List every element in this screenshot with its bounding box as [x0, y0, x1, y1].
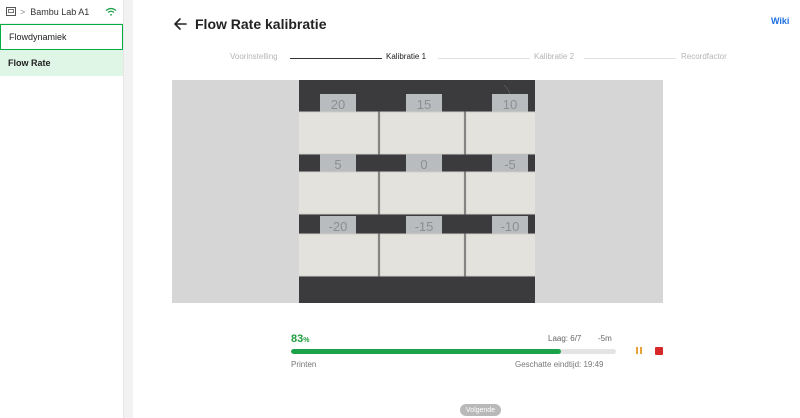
layer-count: Laag: 6/7 [548, 334, 582, 343]
calibration-photo: 20 15 10 5 0 -5 -20 -15 -10 [299, 80, 535, 303]
calibration-tiles-image: 20 15 10 5 0 -5 -20 -15 -10 [299, 80, 535, 303]
step-kalibratie-1: Kalibratie 1 [386, 52, 427, 61]
tile-label: -5 [504, 157, 516, 172]
tile-label: -10 [501, 219, 520, 234]
pause-icon [636, 347, 638, 354]
step-voorinstelling: Voorinstelling [230, 52, 278, 61]
tile-label: 15 [417, 97, 431, 112]
printer-selector[interactable]: > Bambu Lab A1 [0, 0, 123, 24]
wifi-icon [105, 7, 117, 16]
printer-icon [6, 7, 16, 16]
tile-label: -20 [329, 219, 348, 234]
print-status: Printen [291, 360, 317, 369]
page-title: Flow Rate kalibratie [195, 16, 327, 32]
chevron-right-icon: > [20, 6, 26, 17]
sidebar-scrollbar[interactable] [124, 0, 133, 418]
sidebar-item-flow-rate[interactable]: Flow Rate [0, 50, 123, 76]
step-connector [438, 58, 530, 59]
step-connector [290, 58, 382, 59]
calibration-image-panel: 20 15 10 5 0 -5 -20 -15 -10 [172, 80, 663, 303]
progress-percent-value: 83 [291, 333, 304, 345]
sidebar: > Bambu Lab A1 Flowdynamiek Flow Rate [0, 0, 124, 418]
estimated-end-time: Geschatte eindtijd: 19:49 [515, 360, 604, 369]
sidebar-item-label: Flowdynamiek [9, 32, 67, 42]
stop-button[interactable] [655, 347, 663, 355]
tile-label: -15 [415, 219, 434, 234]
progress-bar-fill [291, 349, 561, 354]
wiki-link[interactable]: Wiki [771, 16, 789, 26]
sidebar-item-label: Flow Rate [8, 58, 51, 68]
step-recordfactor: Recordfactor [681, 52, 727, 61]
remaining-time: -5m [598, 334, 612, 343]
progress-percent: 83% [291, 333, 309, 345]
step-connector [584, 58, 676, 59]
progress-bar [291, 349, 616, 354]
app-window: > Bambu Lab A1 Flowdynamiek Flow Rate Fl… [0, 0, 800, 418]
pause-icon [640, 347, 642, 354]
back-arrow-icon[interactable] [173, 17, 187, 31]
tile-label: 5 [334, 157, 341, 172]
progress-percent-unit: % [303, 337, 310, 344]
calibration-stepper: Voorinstelling Kalibratie 1 Kalibratie 2… [230, 52, 730, 64]
next-button[interactable]: Volgende [460, 404, 501, 416]
printer-name: Bambu Lab A1 [30, 6, 90, 17]
tile-label: 20 [331, 97, 345, 112]
tile-label: 10 [503, 97, 517, 112]
step-kalibratie-2: Kalibratie 2 [534, 52, 575, 61]
pause-button[interactable] [634, 346, 644, 356]
sidebar-item-flowdynamiek[interactable]: Flowdynamiek [0, 24, 123, 50]
tile-label: 0 [420, 157, 427, 172]
